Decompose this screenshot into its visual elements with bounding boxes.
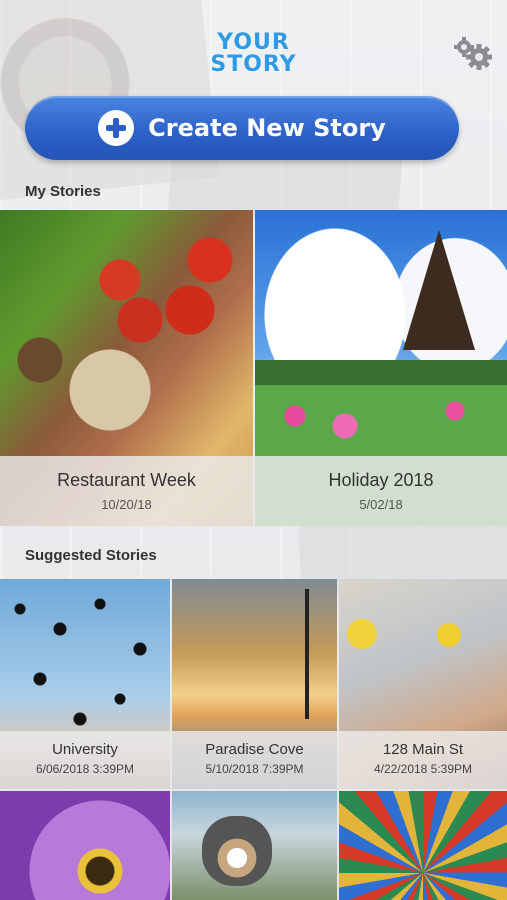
story-caption: 128 Main St 4/22/2018 5:39PM bbox=[339, 731, 507, 789]
logo-line-1: YOUR bbox=[217, 30, 290, 55]
story-caption: Restaurant Week 10/20/18 bbox=[0, 456, 253, 526]
suggested-card-flower[interactable] bbox=[0, 791, 170, 900]
settings-button[interactable] bbox=[452, 36, 494, 72]
story-caption: University 6/06/2018 3:39PM bbox=[0, 731, 170, 789]
story-title: Holiday 2018 bbox=[328, 470, 434, 490]
story-title: Restaurant Week bbox=[57, 470, 196, 490]
suggested-card-dog[interactable] bbox=[172, 791, 337, 900]
story-date: 5/10/2018 7:39PM bbox=[205, 762, 304, 776]
create-new-story-label: Create New Story bbox=[148, 114, 386, 142]
story-date: 10/20/18 bbox=[101, 497, 152, 512]
story-date: 4/22/2018 5:39PM bbox=[373, 762, 473, 776]
create-new-story-button[interactable]: Create New Story bbox=[25, 96, 459, 160]
suggested-card-paradise-cove[interactable]: Paradise Cove 5/10/2018 7:39PM bbox=[172, 579, 337, 789]
lemon-shape bbox=[347, 619, 377, 649]
palm-shape bbox=[287, 589, 327, 719]
story-date: 6/06/2018 3:39PM bbox=[35, 762, 135, 776]
pagoda-shape bbox=[403, 230, 475, 350]
story-title: Paradise Cove bbox=[205, 741, 304, 758]
story-title: University bbox=[52, 741, 118, 758]
story-thumbnail bbox=[172, 791, 337, 900]
app-logo: YOUR STORY bbox=[0, 32, 507, 76]
story-caption: Holiday 2018 5/02/18 bbox=[255, 456, 507, 526]
my-stories-heading: My Stories bbox=[25, 183, 101, 200]
gear-icon bbox=[454, 37, 492, 70]
plus-circle-icon bbox=[98, 110, 135, 146]
story-thumbnail bbox=[339, 791, 507, 900]
story-title: 128 Main St bbox=[382, 741, 464, 758]
suggested-card-128-main-st[interactable]: 128 Main St 4/22/2018 5:39PM bbox=[339, 579, 507, 789]
story-card-restaurant-week[interactable]: Restaurant Week 10/20/18 bbox=[0, 210, 253, 526]
lemon-shape bbox=[437, 623, 461, 647]
suggested-card-kaleidoscope[interactable] bbox=[339, 791, 507, 900]
dog-head-shape bbox=[202, 816, 272, 886]
story-thumbnail bbox=[0, 791, 170, 900]
logo-line-2: STORY bbox=[210, 52, 297, 77]
suggested-stories-heading: Suggested Stories bbox=[25, 547, 157, 564]
suggested-card-university[interactable]: University 6/06/2018 3:39PM bbox=[0, 579, 170, 789]
story-card-holiday-2018[interactable]: Holiday 2018 5/02/18 bbox=[255, 210, 507, 526]
flowers-shape bbox=[255, 396, 507, 456]
story-date: 5/02/18 bbox=[359, 497, 403, 512]
story-caption: Paradise Cove 5/10/2018 7:39PM bbox=[172, 731, 337, 789]
